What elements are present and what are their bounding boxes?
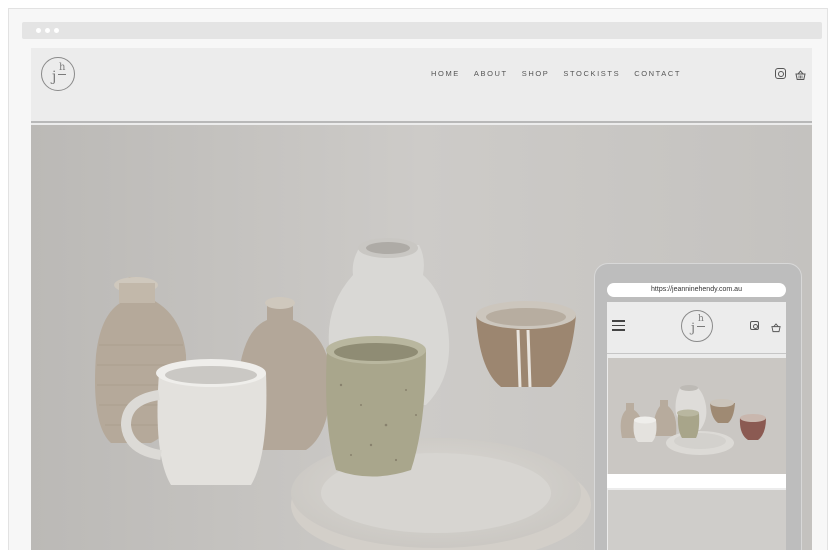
instagram-icon[interactable]: [750, 321, 759, 330]
logo-letter-j: j: [691, 321, 696, 336]
window-control-dot[interactable]: [36, 28, 41, 33]
logo-bar: [58, 74, 66, 75]
mobile-hero-image: [608, 358, 786, 474]
mobile-logo[interactable]: j h: [681, 310, 713, 342]
menu-icon[interactable]: [612, 320, 625, 331]
mobile-header-divider: [607, 353, 786, 354]
logo-letter-h: h: [59, 62, 66, 73]
mobile-screen: j h: [607, 302, 786, 550]
basket-icon[interactable]: [795, 68, 806, 80]
nav-contact[interactable]: CONTACT: [634, 68, 681, 80]
logo-letter-j: j: [52, 69, 57, 85]
nav-stockists[interactable]: STOCKISTS: [563, 68, 620, 80]
nav-about[interactable]: ABOUT: [474, 68, 508, 80]
basket-icon[interactable]: [771, 320, 781, 333]
window-control-dot[interactable]: [54, 28, 59, 33]
mobile-second-image: [608, 490, 786, 550]
site-logo[interactable]: j h: [41, 57, 75, 91]
instagram-icon[interactable]: [775, 68, 786, 79]
header-divider: [31, 121, 812, 123]
site-header: j h HOME ABOUT SHOP STOCKISTS CONTACT: [31, 48, 812, 121]
mobile-white-band: [607, 474, 786, 488]
logo-letter-h: h: [698, 314, 704, 324]
nav-shop[interactable]: SHOP: [522, 68, 550, 80]
nav-home[interactable]: HOME: [431, 68, 460, 80]
logo-bar: [697, 326, 705, 327]
mobile-url-bar[interactable]: https://jeanninehendy.com.au: [607, 283, 786, 297]
main-nav: HOME ABOUT SHOP STOCKISTS CONTACT: [431, 68, 695, 80]
mobile-header: j h: [607, 302, 786, 352]
browser-title-bar: [22, 22, 822, 39]
window-control-dot[interactable]: [45, 28, 50, 33]
